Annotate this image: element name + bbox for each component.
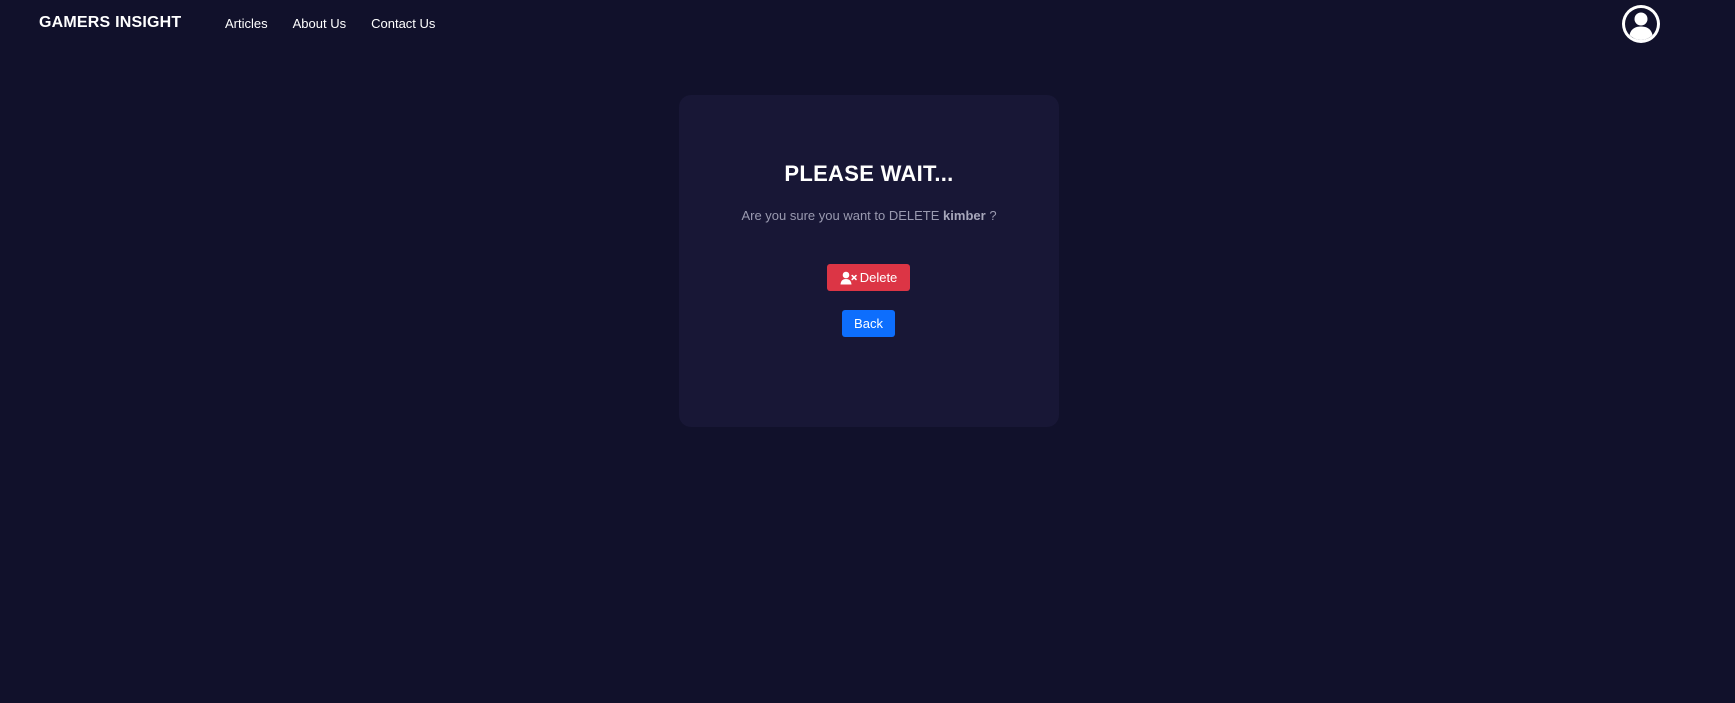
user-avatar[interactable] bbox=[1621, 4, 1661, 44]
brand-logo[interactable]: GAMERS INSIGHT bbox=[39, 14, 181, 32]
back-button-label: Back bbox=[854, 316, 883, 331]
navbar: GAMERS INSIGHT Articles About Us Contact… bbox=[0, 0, 1735, 48]
delete-confirm-card: PLEASE WAIT... Are you sure you want to … bbox=[679, 95, 1059, 427]
user-circle-icon bbox=[1622, 5, 1660, 43]
user-x-icon bbox=[840, 271, 857, 284]
delete-button[interactable]: Delete bbox=[827, 264, 910, 291]
back-button[interactable]: Back bbox=[842, 310, 895, 337]
nav-link-articles[interactable]: Articles bbox=[225, 16, 268, 31]
confirm-message-prefix: Are you sure you want to DELETE bbox=[741, 208, 940, 223]
delete-button-label: Delete bbox=[859, 270, 898, 285]
nav-links: Articles About Us Contact Us bbox=[225, 16, 435, 31]
confirm-message: Are you sure you want to DELETE kimber ? bbox=[679, 208, 1059, 223]
nav-link-contact-us[interactable]: Contact Us bbox=[371, 16, 435, 31]
dialog-title: PLEASE WAIT... bbox=[784, 161, 954, 186]
confirm-message-suffix: ? bbox=[989, 208, 997, 223]
nav-link-about-us[interactable]: About Us bbox=[293, 16, 346, 31]
target-username: kimber bbox=[943, 208, 986, 223]
